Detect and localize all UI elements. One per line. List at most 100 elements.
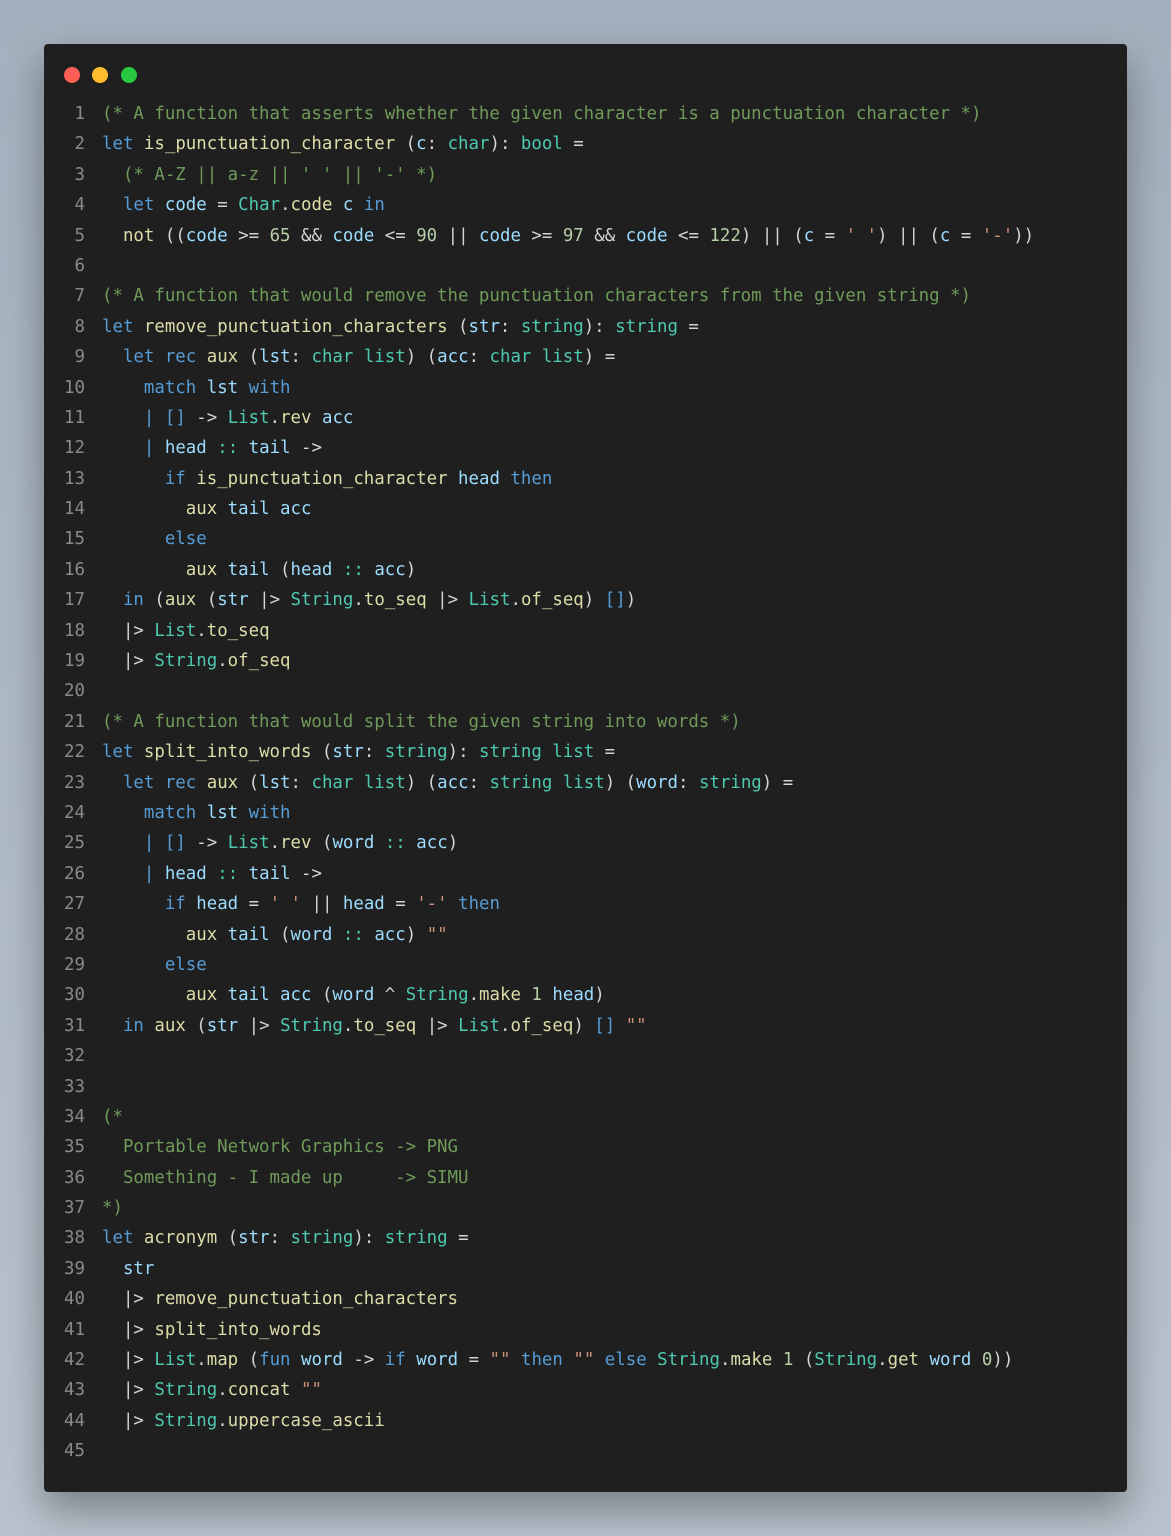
line-code: |> List.map (fun word -> if word = "" th…: [102, 1345, 1013, 1375]
code-token: ): [405, 924, 427, 945]
code-token: String: [290, 590, 354, 611]
code-line: 2 let is_punctuation_character (c: char):…: [44, 129, 1127, 159]
line-number: 32: [64, 1046, 85, 1067]
code-token: ):: [583, 316, 616, 337]
code-token: in: [122, 1015, 144, 1036]
code-line: 18 |> List.to_seq: [44, 616, 1127, 646]
code-token: 1: [782, 1350, 794, 1371]
code-line: 29 else: [44, 950, 1127, 980]
code-token: .: [500, 1015, 511, 1036]
code-token: word: [332, 833, 375, 854]
code-token: head: [164, 438, 207, 459]
code-token: string list: [479, 742, 595, 763]
code-line: 41 |> split_into_words: [44, 1315, 1127, 1345]
line-code: str: [102, 1254, 154, 1284]
line-number: 21: [64, 711, 85, 732]
code-token: |>: [248, 590, 291, 611]
code-token: get: [887, 1350, 920, 1371]
line-code: | head :: tail ->: [102, 433, 322, 463]
code-token: ): [583, 590, 605, 611]
code-token: ->: [185, 407, 228, 428]
line-number: 38: [64, 1228, 85, 1249]
code-line: 36 Something - I made up -> SIMU: [44, 1163, 1127, 1193]
code-token: =: [594, 742, 616, 763]
minimize-button[interactable]: [92, 67, 108, 83]
code-token: []: [164, 407, 186, 428]
code-line: 12 | head :: tail ->: [44, 433, 1127, 463]
code-token: char list: [489, 347, 584, 368]
code-token: bool: [520, 134, 563, 155]
line-code: |> remove_punctuation_characters: [102, 1284, 458, 1314]
code-token: code: [625, 225, 668, 246]
code-line: 39 str: [44, 1254, 1127, 1284]
code-token: aux: [185, 985, 218, 1006]
code-token: []: [164, 833, 186, 854]
line-number: 41: [64, 1319, 85, 1340]
code-token: .: [280, 195, 291, 216]
code-token: ' ': [845, 225, 878, 246]
code-token: match: [143, 377, 197, 398]
code-token: match: [143, 802, 197, 823]
code-token: ): [625, 590, 637, 611]
code-token: &&: [290, 225, 333, 246]
code-token: <=: [667, 225, 710, 246]
code-token: string: [520, 316, 584, 337]
code-token: acc: [321, 407, 354, 428]
line-code: else: [102, 524, 207, 554]
code-token: uppercase_ascii: [227, 1410, 385, 1431]
code-token: 90: [416, 225, 438, 246]
code-token: (: [143, 590, 165, 611]
line-number: 30: [64, 985, 85, 1006]
code-token: let rec: [122, 347, 197, 368]
code-line: 24 match lst with: [44, 798, 1127, 828]
line-number: 22: [64, 742, 85, 763]
code-token: |>: [102, 1350, 155, 1371]
code-token: []: [604, 590, 626, 611]
code-token: acc: [416, 833, 448, 854]
code-token: tail: [227, 559, 270, 580]
code-token: (* A function that would remove the punc…: [102, 286, 972, 307]
code-line: 40 |> remove_punctuation_characters: [44, 1284, 1127, 1314]
code-token: head: [290, 559, 333, 580]
code-token: of_seq: [520, 590, 584, 611]
close-button[interactable]: [64, 67, 80, 83]
code-token: of_seq: [510, 1015, 574, 1036]
maximize-button[interactable]: [121, 67, 137, 83]
code-token: ) || (: [877, 225, 940, 246]
code-token: =: [458, 1350, 490, 1371]
line-number: 17: [64, 590, 85, 611]
code-line: 28 aux tail (word :: acc) "": [44, 920, 1127, 950]
line-code: let is_punctuation_character (c: char): …: [102, 129, 584, 159]
code-token: tail: [227, 924, 270, 945]
code-line: 17 in (aux (str |> String.to_seq |> List…: [44, 585, 1127, 615]
line-code: if head = ' ' || head = '-' then: [102, 889, 500, 919]
code-token: :: [678, 772, 699, 793]
code-token: (: [217, 1228, 239, 1249]
code-token: head: [196, 894, 239, 915]
code-token: .: [269, 833, 281, 854]
code-line: 5 not ((code >= 65 && code <= 90 || code…: [44, 221, 1127, 251]
code-token: to_seq: [353, 1015, 417, 1036]
code-token: List: [154, 620, 197, 641]
line-code: |> List.to_seq: [102, 616, 270, 646]
code-token: word: [636, 772, 678, 793]
code-token: (: [269, 924, 291, 945]
line-code: aux tail (head :: acc): [102, 555, 416, 585]
code-token: =: [447, 1228, 469, 1249]
code-token: if: [164, 894, 186, 915]
code-token: String: [405, 985, 469, 1006]
code-editor[interactable]: 1 (* A function that asserts whether the …: [44, 99, 1127, 1467]
line-code: let remove_punctuation_characters (str: …: [102, 312, 699, 342]
